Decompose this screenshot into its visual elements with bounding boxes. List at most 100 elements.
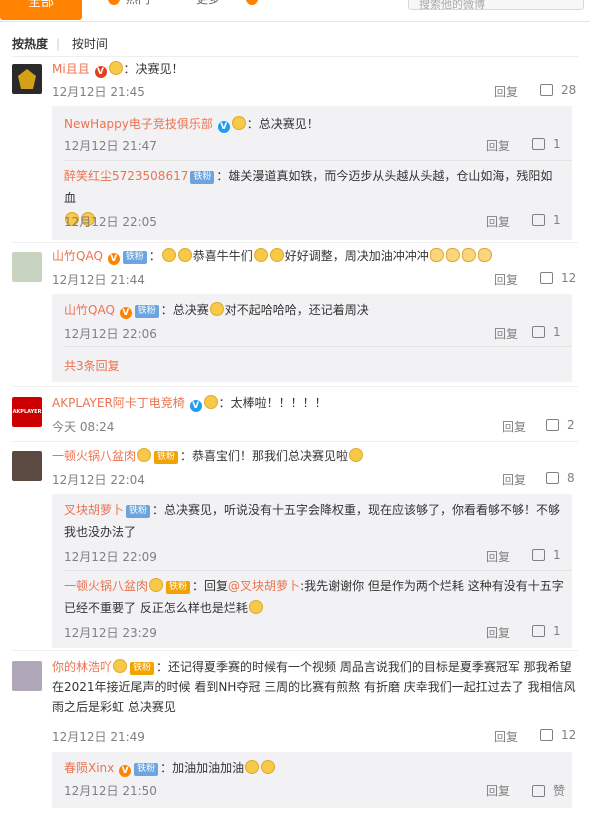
search-input[interactable]: 搜索他的微博 [408, 0, 584, 11]
search-placeholder: 搜索他的微博 [419, 0, 485, 11]
like-count: 12 [561, 728, 577, 742]
reply-text: ：总决赛见！ [246, 117, 319, 131]
thumbs-up-icon [532, 549, 545, 561]
comment-time: 12月12日 21:44 [52, 273, 145, 287]
smirk-emoji-icon [248, 600, 263, 614]
like-count: 1 [553, 624, 561, 638]
reply-button[interactable]: 回复 [486, 782, 510, 799]
thumbs-up-icon [546, 472, 559, 484]
fan-badge: 铁粉 [122, 251, 147, 264]
crown-emoji-icon [177, 248, 192, 262]
comment-user[interactable]: 你的林浩吖 [52, 660, 112, 674]
avatar[interactable] [12, 64, 42, 94]
reply-text: ：加油加油加油 [160, 761, 245, 775]
like-button[interactable]: 8 [546, 471, 575, 485]
reply-user[interactable]: 一顿火锅八盆肉 [64, 579, 148, 593]
reply-divider [64, 346, 572, 347]
crown-emoji-icon [161, 248, 176, 262]
reply-button[interactable]: 回复 [494, 325, 518, 342]
reply-button[interactable]: 回复 [494, 271, 518, 288]
crown-emoji-icon [113, 659, 128, 673]
like-button[interactable]: 1 [532, 325, 561, 339]
like-button[interactable]: 1 [532, 137, 561, 151]
strong-arm-emoji-icon [477, 248, 492, 262]
reply-time: 12月12日 22:09 [64, 550, 157, 564]
tab-more[interactable]: 更多 [196, 0, 220, 7]
like-button[interactable]: 1 [532, 548, 561, 562]
avatar-logo-icon [18, 69, 36, 89]
verified-icon: V [119, 765, 132, 777]
verified-icon: V [217, 121, 230, 133]
like-button[interactable]: 12 [540, 271, 576, 285]
comment-5: 你的林浩吖 铁粉 ：还记得夏季赛的时候有一个视频 周品言说我们的目标是夏季赛冠军 那… [52, 657, 578, 717]
reply-6: 春陨Xinx V 铁粉 ：加油加油加油 [64, 757, 564, 779]
tab-all[interactable]: 全部 [0, 0, 82, 20]
like-count: 1 [553, 213, 561, 227]
reply-button[interactable]: 回复 [494, 83, 518, 100]
comment-user[interactable]: 山竹QAQ [52, 249, 103, 263]
comment-text-2: 好好调整，周决加油冲冲冲 [284, 249, 429, 263]
avatar[interactable]: AKPLAYER [12, 397, 42, 427]
reply-user[interactable]: 叉块胡萝卜 [64, 503, 124, 517]
like-button[interactable]: 2 [546, 418, 575, 432]
like-button[interactable]: 1 [532, 624, 561, 638]
sort-by-hot[interactable]: 按热度 [12, 37, 48, 51]
comment-4: 一顿火锅八盆肉 铁粉 ：恭喜宝们！那我们总决赛见啦 [52, 446, 578, 466]
comment-text: 恭喜牛牛们 [192, 249, 253, 263]
like-button[interactable]: 赞 [532, 782, 565, 799]
more-replies-link[interactable]: 共3条回复 [64, 357, 120, 374]
thumbs-up-icon [546, 419, 559, 431]
comment-1: Mi且且 V ：决赛见！ [52, 59, 578, 79]
comment-text: ：决赛见！ [123, 62, 184, 76]
reply-button[interactable]: 回复 [486, 137, 510, 154]
reply-text-2: 对不起哈哈哈，还记着周决 [224, 303, 369, 317]
thumbs-up-icon [532, 214, 545, 226]
avatar[interactable] [12, 252, 42, 282]
fan-badge: 铁粉 [134, 305, 159, 318]
reply-button[interactable]: 回复 [494, 728, 518, 745]
comment-user[interactable]: AKPLAYER阿卡丁电竞椅 [52, 396, 185, 410]
tab-all-label: 全部 [27, 0, 54, 10]
crown-emoji-icon [203, 395, 218, 409]
thumbs-up-icon [540, 729, 553, 741]
reply-button[interactable]: 回复 [486, 213, 510, 230]
like-button[interactable]: 1 [532, 213, 561, 227]
like-count: 赞 [553, 784, 566, 798]
reply-divider [64, 570, 572, 571]
crown-emoji-icon [137, 448, 152, 462]
divider [12, 56, 578, 57]
cry-emoji-icon [349, 448, 364, 462]
tab-hot[interactable]: 热门 [126, 0, 150, 7]
reply-time: 12月12日 22:06 [64, 327, 157, 341]
crown-emoji-icon [149, 578, 164, 592]
reply-button[interactable]: 回复 [502, 418, 526, 435]
crown-emoji-icon [253, 248, 268, 262]
comment-user[interactable]: 一顿火锅八盆肉 [52, 449, 136, 463]
avatar[interactable] [12, 451, 42, 481]
reply-text: ：回复 [192, 579, 229, 593]
reply-time: 12月12日 22:05 [64, 215, 157, 229]
reply-user[interactable]: 醉笑红尘5723508617 [64, 169, 188, 183]
fan-badge: 铁粉 [190, 171, 215, 184]
reply-user[interactable]: NewHappy电子竞技俱乐部 [64, 117, 213, 131]
reply-user[interactable]: 春陨Xinx [64, 761, 114, 775]
verified-icon: V [119, 307, 132, 319]
fan-badge: 铁粉 [130, 662, 155, 675]
sort-bar: 按热度 | 按时间 [12, 35, 116, 52]
divider [12, 441, 578, 442]
mention-link[interactable]: @叉块胡萝卜 [228, 579, 300, 593]
reply-button[interactable]: 回复 [502, 471, 526, 488]
thumbs-up-icon [532, 138, 545, 150]
reply-button[interactable]: 回复 [486, 624, 510, 641]
akplayer-logo-icon: AKPLAYER [12, 409, 42, 415]
reply-user[interactable]: 山竹QAQ [64, 303, 115, 317]
sort-by-time[interactable]: 按时间 [72, 37, 108, 51]
like-button[interactable]: 12 [540, 728, 576, 742]
reply-3: 山竹QAQ V 铁粉 ：总决赛 对不起哈哈哈，还记着周决 [64, 299, 564, 321]
comment-user[interactable]: Mi且且 [52, 62, 90, 76]
reply-button[interactable]: 回复 [486, 548, 510, 565]
crown-emoji-icon [261, 760, 276, 774]
like-button[interactable]: 28 [540, 83, 576, 97]
avatar[interactable] [12, 661, 42, 691]
fan-badge: 铁粉 [166, 581, 191, 594]
